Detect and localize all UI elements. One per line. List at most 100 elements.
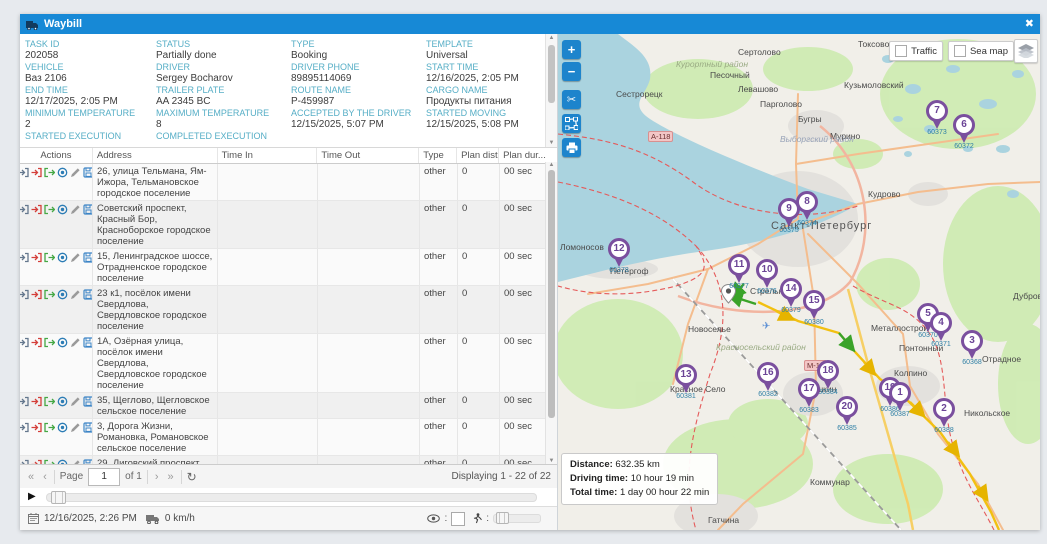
edit-icon[interactable]: [70, 252, 81, 263]
waypoint-row[interactable]: 35, Щеглово, Щегловское сельское поселен…: [20, 393, 557, 419]
depart-icon[interactable]: [44, 289, 55, 300]
next-page-button[interactable]: ›: [153, 471, 161, 483]
column-header[interactable]: Address: [93, 148, 218, 163]
locate-icon[interactable]: [57, 167, 68, 178]
arrive-icon[interactable]: [20, 289, 29, 300]
edit-icon[interactable]: [70, 396, 81, 407]
zoom-out-button[interactable]: −: [562, 62, 581, 81]
scroll-thumb[interactable]: [548, 45, 555, 103]
arrive-icon[interactable]: [20, 204, 29, 215]
table-scrollbar[interactable]: ▲ ▼: [545, 162, 557, 464]
seamap-checkbox[interactable]: [954, 45, 966, 57]
arrive-red-icon[interactable]: [31, 337, 42, 348]
map-marker[interactable]: 6 60372: [953, 114, 975, 152]
edit-icon[interactable]: [70, 204, 81, 215]
locate-icon[interactable]: [57, 252, 68, 263]
map-marker[interactable]: 13 60381: [675, 364, 697, 402]
waypoint-row[interactable]: 29, Лиговский проспект, Пески, Санкт-Пет…: [20, 456, 557, 464]
locate-icon[interactable]: [57, 289, 68, 300]
page-input[interactable]: [88, 468, 120, 486]
save-icon[interactable]: [83, 337, 93, 348]
map-marker[interactable]: 10 60376: [756, 259, 778, 297]
arrive-icon[interactable]: [20, 337, 29, 348]
scroll-down-icon[interactable]: ▼: [549, 139, 555, 148]
depart-icon[interactable]: [44, 167, 55, 178]
traffic-checkbox[interactable]: [895, 45, 907, 57]
arrive-icon[interactable]: [20, 252, 29, 263]
visibility-checkbox[interactable]: [451, 512, 465, 526]
depart-icon[interactable]: [44, 396, 55, 407]
arrive-red-icon[interactable]: [31, 459, 42, 464]
save-icon[interactable]: [83, 204, 93, 215]
locate-icon[interactable]: [57, 204, 68, 215]
map-marker[interactable]: 16 60382: [757, 362, 779, 400]
prev-page-button[interactable]: ‹: [41, 471, 49, 483]
save-icon[interactable]: [83, 422, 93, 433]
column-header[interactable]: Plan dist...: [457, 148, 499, 163]
edit-icon[interactable]: [70, 422, 81, 433]
arrive-icon[interactable]: [20, 459, 29, 464]
map-marker[interactable]: 20 60385: [836, 396, 858, 434]
map-marker[interactable]: 11 60377: [728, 254, 750, 292]
play-button[interactable]: ▶: [28, 492, 36, 502]
waypoint-row[interactable]: 1А, Озёрная улица, посёлок имени Свердло…: [20, 334, 557, 393]
depart-icon[interactable]: [44, 422, 55, 433]
waypoint-row[interactable]: 15, Ленинградское шоссе, Отрадненское го…: [20, 249, 557, 286]
map-marker[interactable]: 7 60373: [926, 100, 948, 138]
map-marker[interactable]: 8 60374: [796, 191, 818, 229]
polygon-select-button[interactable]: [562, 114, 581, 133]
arrive-red-icon[interactable]: [31, 289, 42, 300]
first-page-button[interactable]: «: [26, 471, 36, 483]
depart-icon[interactable]: [44, 337, 55, 348]
save-icon[interactable]: [83, 252, 93, 263]
layers-button[interactable]: [1014, 39, 1038, 63]
edit-icon[interactable]: [70, 459, 81, 464]
depart-icon[interactable]: [44, 204, 55, 215]
save-icon[interactable]: [83, 167, 93, 178]
arrive-red-icon[interactable]: [31, 422, 42, 433]
waypoint-row[interactable]: 26, улица Тельмана, Ям-Ижора, Тельмановс…: [20, 164, 557, 201]
arrive-red-icon[interactable]: [31, 252, 42, 263]
map-panel[interactable]: СертоловоТоксовоПесочныйЛевашовоСестроре…: [558, 34, 1040, 530]
scroll-up-icon[interactable]: ▲: [549, 162, 555, 168]
map-marker[interactable]: 17 60383: [798, 378, 820, 416]
timeline-slider-handle[interactable]: [51, 491, 66, 504]
waypoint-row[interactable]: Советский проспект, Красный Бор, Красноб…: [20, 201, 557, 249]
locate-icon[interactable]: [57, 337, 68, 348]
scroll-thumb[interactable]: [548, 170, 555, 418]
map-marker[interactable]: 12 60378: [608, 238, 630, 276]
timeline-slider[interactable]: [46, 493, 537, 502]
edit-icon[interactable]: [70, 289, 81, 300]
arrive-icon[interactable]: [20, 167, 29, 178]
arrive-red-icon[interactable]: [31, 167, 42, 178]
traffic-toggle[interactable]: Traffic: [889, 41, 943, 61]
speed-slider[interactable]: [493, 514, 541, 523]
arrive-red-icon[interactable]: [31, 396, 42, 407]
column-header[interactable]: Actions: [20, 148, 93, 163]
depart-icon[interactable]: [44, 459, 55, 464]
refresh-icon[interactable]: ↻: [187, 470, 197, 484]
map-marker[interactable]: 4 60371: [930, 312, 952, 350]
map-marker[interactable]: 2 60388: [933, 398, 955, 436]
locate-icon[interactable]: [57, 396, 68, 407]
edit-icon[interactable]: [70, 167, 81, 178]
save-icon[interactable]: [83, 396, 93, 407]
map-marker[interactable]: 3 60368: [961, 330, 983, 368]
column-header[interactable]: Plan dur...: [499, 148, 546, 163]
details-scrollbar[interactable]: ▲ ▼: [545, 34, 557, 148]
map-marker[interactable]: 1 60387: [889, 382, 911, 420]
last-page-button[interactable]: »: [166, 471, 176, 483]
scroll-up-icon[interactable]: ▲: [549, 34, 555, 43]
column-header[interactable]: Time Out: [317, 148, 419, 163]
speed-slider-handle[interactable]: [496, 512, 509, 524]
waypoint-row[interactable]: 3, Дорога Жизни, Романовка, Романовское …: [20, 419, 557, 456]
column-header[interactable]: Type: [419, 148, 457, 163]
column-header[interactable]: Time In: [218, 148, 318, 163]
depart-icon[interactable]: [44, 252, 55, 263]
zoom-in-button[interactable]: +: [562, 40, 581, 59]
seamap-toggle[interactable]: Sea map: [948, 41, 1014, 61]
scroll-down-icon[interactable]: ▼: [549, 458, 555, 464]
map-marker[interactable]: 14 60379: [780, 278, 802, 316]
arrive-icon[interactable]: [20, 422, 29, 433]
save-icon[interactable]: [83, 289, 93, 300]
